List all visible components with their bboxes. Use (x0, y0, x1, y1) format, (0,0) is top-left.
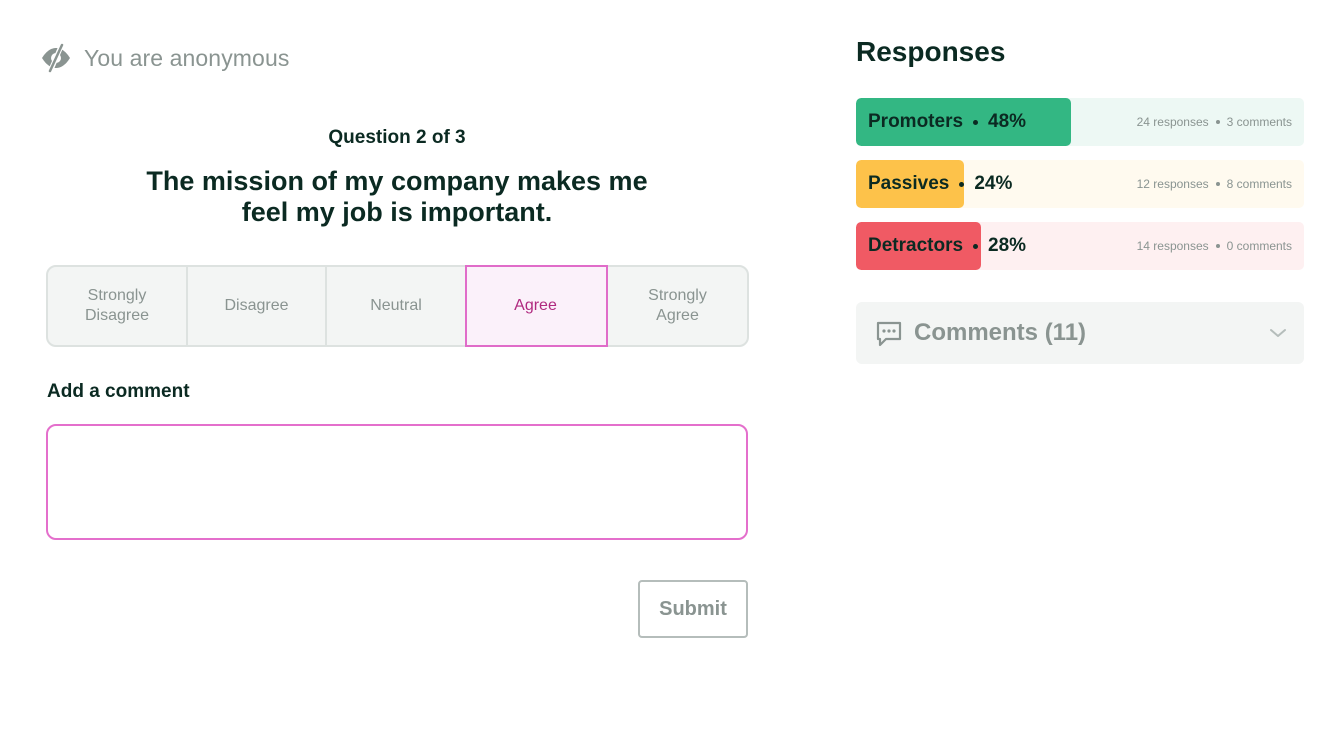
option-label: Neutral (370, 297, 422, 314)
option-strongly-agree[interactable]: Strongly Agree (608, 267, 747, 345)
response-label: Passives 24% (868, 160, 1012, 208)
question-text: The mission of my company makes me feel … (146, 166, 648, 227)
chat-bubble-icon (876, 321, 902, 347)
chevron-down-icon[interactable] (1268, 327, 1288, 339)
response-row-detractors[interactable]: Detractors 28% 14 responses 0 comments (856, 222, 1304, 270)
comment-label: Add a comment (47, 381, 190, 402)
response-meta: 12 responses 8 comments (1137, 160, 1292, 208)
group-name: Promoters (868, 111, 964, 132)
eye-off-icon (42, 43, 70, 73)
comment-count: 8 comments (1226, 177, 1292, 191)
option-label: Strongly Disagree (84, 287, 150, 324)
response-meta: 14 responses 0 comments (1137, 222, 1292, 270)
option-strongly-disagree[interactable]: Strongly Disagree (48, 267, 188, 345)
separator-dot (1215, 244, 1220, 248)
group-percent: 28% (988, 235, 1027, 256)
group-name: Passives (868, 173, 950, 194)
response-label: Detractors 28% (868, 222, 1026, 270)
option-label: Disagree (224, 297, 289, 314)
response-count: 12 responses (1136, 177, 1209, 191)
response-row-passives[interactable]: Passives 24% 12 responses 8 comments (856, 160, 1304, 208)
option-disagree[interactable]: Disagree (188, 267, 327, 345)
anonymous-indicator: You are anonymous (40, 42, 289, 74)
comment-count: 3 comments (1226, 115, 1292, 129)
option-agree[interactable]: Agree (465, 265, 608, 347)
question-counter: Question 2 of 3 (328, 127, 466, 148)
group-percent: 48% (988, 111, 1027, 132)
response-count: 14 responses (1136, 239, 1209, 253)
option-label: Agree (514, 297, 557, 314)
responses-title: Responses (856, 36, 1006, 67)
group-name: Detractors (868, 235, 964, 256)
response-meta: 24 responses 3 comments (1137, 98, 1292, 146)
separator-dot (973, 243, 979, 249)
submit-button[interactable]: Submit (638, 580, 748, 638)
anonymous-label: You are anonymous (84, 44, 290, 71)
response-row-promoters[interactable]: Promoters 48% 24 responses 3 comments (856, 98, 1304, 146)
separator-dot (1215, 120, 1220, 124)
comments-label: Comments (11) (914, 319, 1087, 346)
response-count: 24 responses (1136, 115, 1209, 129)
response-label: Promoters 48% (868, 98, 1026, 146)
separator-dot (959, 181, 965, 187)
group-percent: 24% (974, 173, 1013, 194)
separator-dot (973, 119, 979, 125)
comment-input[interactable] (46, 424, 748, 540)
separator-dot (1215, 182, 1220, 186)
option-neutral[interactable]: Neutral (327, 267, 467, 345)
option-label: Strongly Agree (648, 287, 707, 324)
comment-count: 0 comments (1226, 239, 1292, 253)
comments-accordion[interactable]: Comments (11) (856, 302, 1304, 364)
likert-scale: Strongly Disagree Disagree Neutral Agree… (46, 265, 749, 347)
